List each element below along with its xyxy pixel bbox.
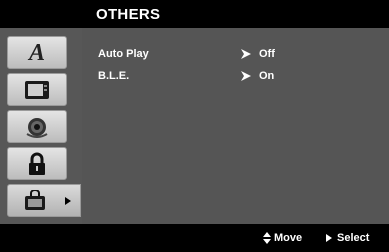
tab-audio[interactable] (7, 110, 67, 143)
help-bar: Move Select (0, 224, 389, 252)
menu-title: OTHERS (96, 6, 161, 23)
active-tab-pointer-icon (65, 197, 71, 205)
padlock-icon (29, 152, 45, 175)
setting-label: B.L.E. (98, 70, 130, 82)
title-bar: OTHERS (0, 0, 389, 28)
up-down-arrow-icon (263, 232, 271, 244)
select-arrow-icon (326, 234, 332, 242)
tab-language[interactable]: A (7, 36, 67, 69)
setting-value[interactable]: On (259, 70, 274, 82)
help-move: Move (263, 232, 302, 244)
others-tools-icon (25, 189, 45, 210)
category-tab-panel: A (0, 28, 82, 224)
tab-others[interactable] (7, 184, 81, 217)
move-label: Move (274, 232, 303, 244)
help-select: Select (326, 232, 369, 244)
tab-display[interactable] (7, 73, 67, 106)
display-screen-icon (25, 80, 49, 99)
settings-panel: Auto Play Off B.L.E. On (82, 28, 389, 224)
select-label: Select (337, 232, 370, 244)
right-arrow-icon (241, 71, 251, 81)
tab-lock[interactable] (7, 147, 67, 180)
right-arrow-icon (241, 49, 251, 59)
setting-value[interactable]: Off (259, 48, 275, 60)
setting-label: Auto Play (98, 48, 149, 60)
language-letter-a-icon: A (28, 39, 45, 66)
speaker-audio-icon (26, 117, 48, 138)
setting-row-ble[interactable]: B.L.E. On (82, 70, 389, 88)
setup-menu-screen: OTHERS A Auto Play Off B.L.E. On Move Se… (0, 0, 389, 252)
setting-row-auto-play[interactable]: Auto Play Off (82, 48, 389, 66)
